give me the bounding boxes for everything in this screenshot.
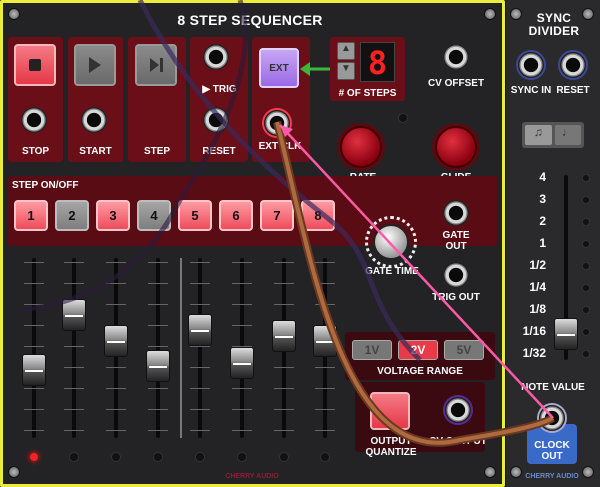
cable-overlay bbox=[19, 0, 555, 447]
green-arrowhead-icon bbox=[300, 62, 310, 76]
cable-purple[interactable] bbox=[137, 0, 422, 362]
cable-dark[interactable] bbox=[19, 0, 248, 313]
pink-pointer-arrow bbox=[279, 124, 554, 419]
